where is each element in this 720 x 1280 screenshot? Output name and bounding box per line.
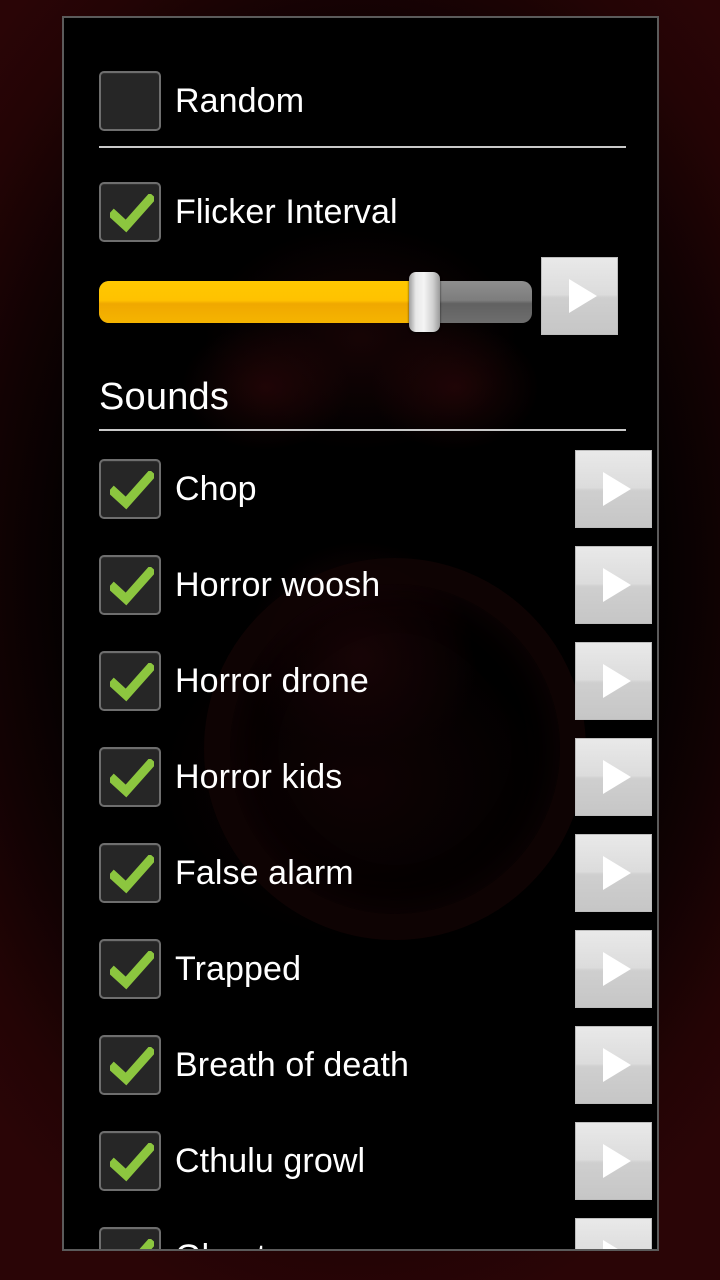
play-icon bbox=[603, 952, 631, 986]
play-icon bbox=[603, 1144, 631, 1178]
app-screen: Random Flicker Interval Sounds Chop Horr… bbox=[0, 0, 720, 1280]
sound-label: Horror drone bbox=[175, 662, 369, 700]
checkmark-icon bbox=[110, 1047, 154, 1086]
play-icon bbox=[603, 1240, 631, 1249]
checkmark-icon bbox=[110, 1143, 154, 1182]
play-icon bbox=[603, 1048, 631, 1082]
checkmark-icon bbox=[110, 663, 154, 702]
sound-row[interactable]: Horror drone bbox=[99, 642, 657, 720]
checkmark-icon bbox=[110, 759, 154, 798]
settings-content: Random Flicker Interval Sounds Chop Horr… bbox=[64, 18, 657, 1249]
sound-row[interactable]: Trapped bbox=[99, 930, 657, 1008]
sound-label: Ghost woman bbox=[175, 1239, 386, 1249]
sound-play-button[interactable] bbox=[575, 834, 652, 912]
sound-play-button[interactable] bbox=[575, 546, 652, 624]
checkmark-icon bbox=[110, 471, 154, 510]
sound-row[interactable]: False alarm bbox=[99, 834, 657, 912]
checkbox-sound[interactable] bbox=[99, 939, 161, 999]
play-icon bbox=[603, 472, 631, 506]
sound-play-button[interactable] bbox=[575, 1026, 652, 1104]
sound-label: Cthulu growl bbox=[175, 1142, 366, 1180]
sound-row[interactable]: Chop bbox=[99, 450, 657, 528]
sound-play-button[interactable] bbox=[575, 930, 652, 1008]
sound-row[interactable]: Ghost woman bbox=[99, 1218, 657, 1249]
sound-list: Chop Horror woosh Horror drone Horror kids F… bbox=[64, 18, 657, 1249]
sound-play-button[interactable] bbox=[575, 642, 652, 720]
play-icon bbox=[603, 664, 631, 698]
sound-row[interactable]: Horror kids bbox=[99, 738, 657, 816]
sound-label: False alarm bbox=[175, 854, 354, 892]
sound-label: Horror woosh bbox=[175, 566, 381, 604]
sound-row[interactable]: Breath of death bbox=[99, 1026, 657, 1104]
sound-play-button[interactable] bbox=[575, 1218, 652, 1249]
checkmark-icon bbox=[110, 567, 154, 606]
checkbox-sound[interactable] bbox=[99, 555, 161, 615]
sound-label: Trapped bbox=[175, 950, 302, 988]
checkbox-sound[interactable] bbox=[99, 459, 161, 519]
sound-play-button[interactable] bbox=[575, 738, 652, 816]
checkbox-sound[interactable] bbox=[99, 747, 161, 807]
checkbox-sound[interactable] bbox=[99, 651, 161, 711]
checkbox-sound[interactable] bbox=[99, 1131, 161, 1191]
checkmark-icon bbox=[110, 951, 154, 990]
checkbox-sound[interactable] bbox=[99, 1035, 161, 1095]
sound-label: Breath of death bbox=[175, 1046, 410, 1084]
sound-row[interactable]: Horror woosh bbox=[99, 546, 657, 624]
play-icon bbox=[603, 568, 631, 602]
play-icon bbox=[603, 856, 631, 890]
checkmark-icon bbox=[139, 1239, 154, 1249]
checkmark-icon bbox=[110, 855, 154, 894]
play-icon bbox=[603, 760, 631, 794]
sound-label: Chop bbox=[175, 470, 257, 508]
checkbox-sound[interactable] bbox=[99, 1227, 161, 1249]
sound-row[interactable]: Cthulu growl bbox=[99, 1122, 657, 1200]
settings-panel: Random Flicker Interval Sounds Chop Horr… bbox=[62, 16, 659, 1251]
sound-label: Horror kids bbox=[175, 758, 343, 796]
sound-play-button[interactable] bbox=[575, 450, 652, 528]
sound-play-button[interactable] bbox=[575, 1122, 652, 1200]
checkbox-sound[interactable] bbox=[99, 843, 161, 903]
